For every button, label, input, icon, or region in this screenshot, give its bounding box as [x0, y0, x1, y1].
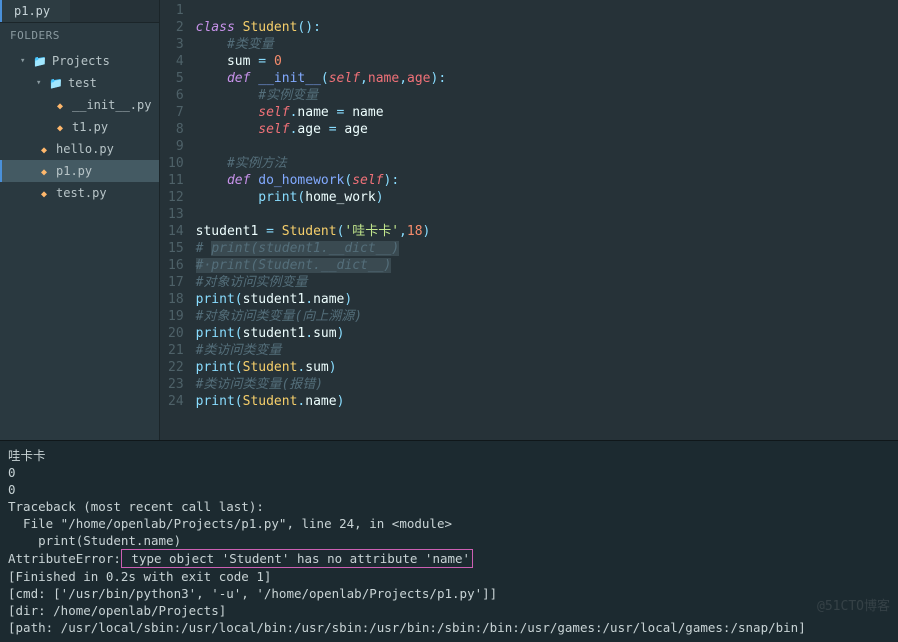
folder-icon: [48, 76, 64, 90]
code-line[interactable]: self.age = age: [196, 121, 447, 138]
console-error-line: AttributeError: type object 'Student' ha…: [8, 549, 890, 568]
code-line[interactable]: print(Student.sum): [196, 359, 447, 376]
line-number: 18: [168, 291, 184, 308]
line-number: 17: [168, 274, 184, 291]
line-number: 10: [168, 155, 184, 172]
line-number: 20: [168, 325, 184, 342]
code-line[interactable]: print(Student.name): [196, 393, 447, 410]
code-line[interactable]: #实例方法: [196, 155, 447, 172]
line-number: 4: [168, 53, 184, 70]
tree-item-label: Projects: [52, 54, 110, 68]
tree-item[interactable]: __init__.py: [0, 94, 159, 116]
code-line[interactable]: def do_homework(self):: [196, 172, 447, 189]
console-line: File "/home/openlab/Projects/p1.py", lin…: [8, 515, 890, 532]
code-line[interactable]: print(home_work): [196, 189, 447, 206]
line-number: 24: [168, 393, 184, 410]
line-number: 13: [168, 206, 184, 223]
tree-item-label: p1.py: [56, 164, 92, 178]
line-number: 9: [168, 138, 184, 155]
code-line[interactable]: #实例变量: [196, 87, 447, 104]
code-line[interactable]: #类变量: [196, 36, 447, 53]
line-number: 1: [168, 2, 184, 19]
folders-header: FOLDERS: [0, 23, 159, 48]
tab-p1[interactable]: p1.py: [0, 0, 70, 22]
tree-item[interactable]: t1.py: [0, 116, 159, 138]
file-tree: ▾ Projects ▾ test __init__.py t1.py hello.py p1…: [0, 48, 159, 206]
gutter: 123456789101112131415161718192021222324: [160, 0, 196, 440]
python-file-icon: [52, 98, 68, 112]
python-file-icon: [36, 186, 52, 200]
code-line[interactable]: sum = 0: [196, 53, 447, 70]
code-line[interactable]: [196, 138, 447, 155]
code-line[interactable]: #对象访问类变量(向上溯源): [196, 308, 447, 325]
line-number: 12: [168, 189, 184, 206]
line-number: 3: [168, 36, 184, 53]
code-line[interactable]: #类访问类变量(报错): [196, 376, 447, 393]
tree-item[interactable]: test.py: [0, 182, 159, 204]
code-line[interactable]: [196, 2, 447, 19]
error-highlight: type object 'Student' has no attribute '…: [121, 549, 473, 568]
line-number: 6: [168, 87, 184, 104]
console-line: 0: [8, 481, 890, 498]
tree-item-label: test.py: [56, 186, 107, 200]
output-panel[interactable]: 哇卡卡00Traceback (most recent call last): …: [0, 440, 898, 642]
code-line[interactable]: #对象访问实例变量: [196, 274, 447, 291]
code-area[interactable]: class Student(): #类变量 sum = 0 def __init…: [196, 0, 447, 440]
chevron-down-icon: ▾: [36, 78, 44, 88]
console-line: [dir: /home/openlab/Projects]: [8, 602, 890, 619]
tree-item-label: __init__.py: [72, 98, 151, 112]
watermark: @51CTO博客: [817, 595, 890, 614]
tree-item[interactable]: p1.py: [0, 160, 159, 182]
console-line: [path: /usr/local/sbin:/usr/local/bin:/u…: [8, 619, 890, 636]
chevron-down-icon: ▾: [20, 56, 28, 66]
python-file-icon: [52, 120, 68, 134]
tree-item[interactable]: ▾ test: [0, 72, 159, 94]
tab-bar: p1.py: [0, 0, 159, 23]
code-line[interactable]: # print(student1.__dict__): [196, 240, 447, 257]
code-line[interactable]: #·print(Student.__dict__): [196, 257, 447, 274]
console-line: Traceback (most recent call last):: [8, 498, 890, 515]
code-line[interactable]: student1 = Student('哇卡卡',18): [196, 223, 447, 240]
tree-item-label: t1.py: [72, 120, 108, 134]
code-line[interactable]: self.name = name: [196, 104, 447, 121]
code-line[interactable]: class Student():: [196, 19, 447, 36]
line-number: 14: [168, 223, 184, 240]
line-number: 23: [168, 376, 184, 393]
editor[interactable]: 123456789101112131415161718192021222324 …: [160, 0, 898, 440]
line-number: 8: [168, 121, 184, 138]
line-number: 19: [168, 308, 184, 325]
tree-item[interactable]: hello.py: [0, 138, 159, 160]
line-number: 2: [168, 19, 184, 36]
code-line[interactable]: print(student1.name): [196, 291, 447, 308]
tab-label: p1.py: [14, 4, 50, 18]
python-file-icon: [36, 142, 52, 156]
python-file-icon: [36, 164, 52, 178]
line-number: 15: [168, 240, 184, 257]
line-number: 11: [168, 172, 184, 189]
tree-item-label: test: [68, 76, 97, 90]
code-line[interactable]: def __init__(self,name,age):: [196, 70, 447, 87]
console-line: 0: [8, 464, 890, 481]
line-number: 16: [168, 257, 184, 274]
line-number: 7: [168, 104, 184, 121]
code-line[interactable]: #类访问类变量: [196, 342, 447, 359]
console-line: [Finished in 0.2s with exit code 1]: [8, 568, 890, 585]
folder-icon: [32, 54, 48, 68]
sidebar: p1.py FOLDERS ▾ Projects ▾ test __init__.pyt…: [0, 0, 160, 440]
code-line[interactable]: print(student1.sum): [196, 325, 447, 342]
tree-item[interactable]: ▾ Projects: [0, 50, 159, 72]
line-number: 5: [168, 70, 184, 87]
console-line: print(Student.name): [8, 532, 890, 549]
console-line: 哇卡卡: [8, 447, 890, 464]
line-number: 22: [168, 359, 184, 376]
line-number: 21: [168, 342, 184, 359]
console-line: [cmd: ['/usr/bin/python3', '-u', '/home/…: [8, 585, 890, 602]
code-line[interactable]: [196, 206, 447, 223]
tree-item-label: hello.py: [56, 142, 114, 156]
